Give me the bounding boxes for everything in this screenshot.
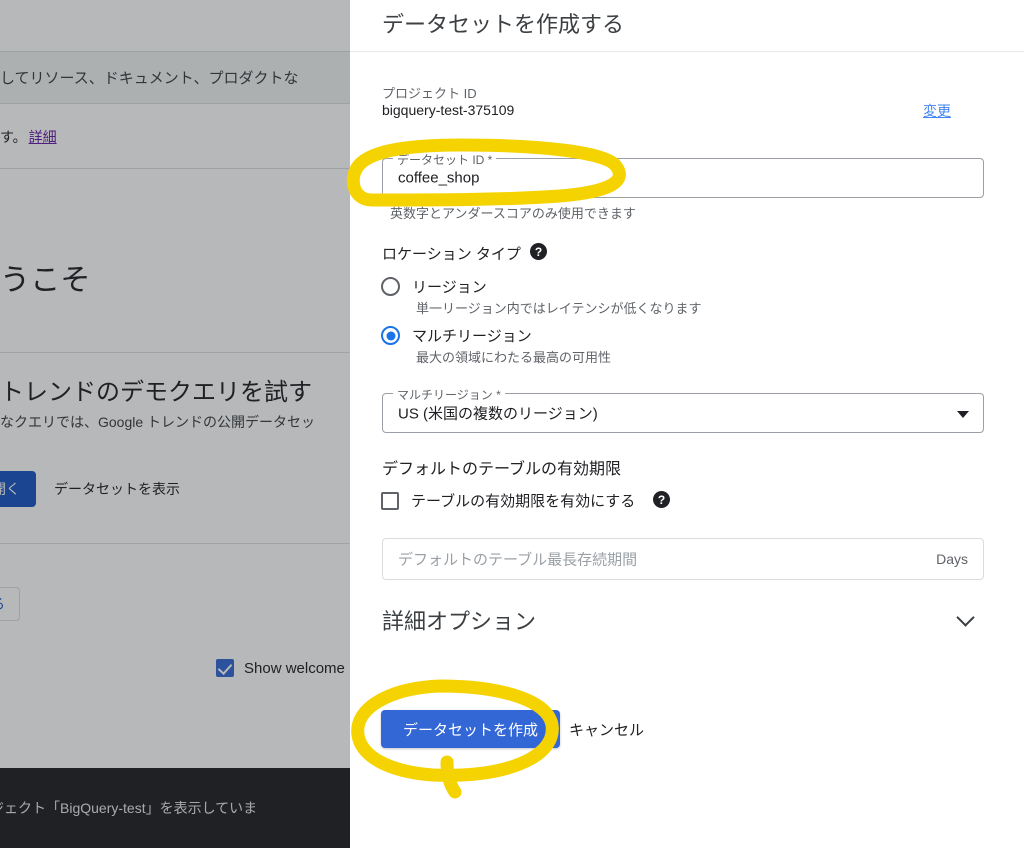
table-expiration-days-suffix: Days [936, 551, 968, 567]
table-expiration-days-placeholder: デフォルトのテーブル最長存続期間 [398, 551, 638, 569]
background-snackbar: ロジェクト「BigQuery-test」を表示していま [0, 768, 350, 848]
create-dataset-dialog: データセットを作成する プロジェクト ID bigquery-test-3751… [350, 0, 1024, 848]
table-expiration-checkbox-row[interactable]: テーブルの有効期限を有効にする [381, 490, 635, 511]
background-demo-subtext: なクエリでは、Google トレンドの公開データセッ [0, 414, 316, 430]
location-type-help-icon[interactable]: ? [530, 243, 547, 260]
dataset-id-value: coffee_shop [398, 169, 480, 187]
background-show-welcome-row[interactable]: Show welcome [216, 659, 345, 677]
multi-region-radio-label: マルチリージョン [412, 328, 532, 345]
radio-option-multi-region[interactable]: マルチリージョン [381, 325, 532, 346]
region-radio-icon[interactable] [381, 277, 400, 296]
show-welcome-checkbox[interactable] [216, 659, 234, 677]
table-expiration-days-field[interactable]: デフォルトのテーブル最長存続期間 Days [382, 538, 984, 580]
table-expiration-checkbox-label: テーブルの有効期限を有効にする [411, 493, 636, 510]
background-action-row: エリを開く データセットを表示 [0, 471, 350, 507]
background-divider-2 [0, 543, 350, 544]
region-radio-label: リージョン [412, 279, 487, 296]
region-radio-description: 単一リージョン内ではレイテンシが低くなります [416, 301, 702, 316]
multi-region-select-legend: マルチリージョン * [393, 386, 505, 403]
cancel-button[interactable]: キャンセル [569, 719, 644, 740]
change-project-link[interactable]: 変更 [923, 101, 951, 121]
multi-region-radio-description: 最大の領域にわたる最高の可用性 [416, 350, 612, 365]
background-snackbar-text: ロジェクト「BigQuery-test」を表示していま [0, 800, 258, 816]
background-notice-banner: す。 詳細 [0, 105, 350, 169]
multi-region-select[interactable]: マルチリージョン * US (米国の複数のリージョン) [382, 386, 984, 433]
background-top-bar [0, 0, 350, 52]
background-welcome-heading: うこそ [0, 264, 91, 297]
dataset-id-hint: 英数字とアンダースコアのみ使用できます [390, 206, 636, 221]
show-welcome-label: Show welcome [244, 659, 345, 677]
dialog-title-divider [350, 51, 1024, 52]
background-view-dataset-button[interactable]: データセットを表示 [54, 479, 180, 499]
location-type-heading: ロケーション タイプ [382, 246, 521, 263]
background-notice-link[interactable]: 詳細 [29, 127, 57, 147]
create-dataset-button[interactable]: データセットを作成 [381, 710, 561, 748]
dataset-id-field[interactable]: データセット ID * coffee_shop [382, 151, 984, 198]
background-notice-text: す。 [0, 128, 27, 145]
project-id-label: プロジェクト ID [382, 86, 477, 101]
multi-region-select-value: US (米国の複数のリージョン) [398, 405, 598, 423]
screen: してリソース、ドキュメント、プロダクトな す。 詳細 うこそ トレンドのデモクエ… [0, 0, 1024, 848]
background-search-bar[interactable]: してリソース、ドキュメント、プロダクトな [0, 52, 350, 104]
radio-option-region[interactable]: リージョン [381, 276, 487, 297]
table-expiration-help-icon[interactable]: ? [653, 491, 670, 508]
background-open-query-button[interactable]: エリを開く [0, 471, 36, 507]
background-search-text: してリソース、ドキュメント、プロダクトな [0, 70, 299, 87]
table-expiration-checkbox[interactable] [381, 491, 399, 510]
background-divider-1 [0, 352, 350, 353]
chevron-down-icon[interactable] [957, 411, 969, 418]
multi-region-radio-icon[interactable] [381, 326, 400, 345]
background-chip-button[interactable]: する [0, 587, 20, 621]
advanced-options-label[interactable]: 詳細オプション [382, 604, 536, 636]
dialog-title: データセットを作成する [382, 12, 625, 37]
table-expiration-heading: デフォルトのテーブルの有効期限 [382, 461, 622, 478]
dataset-id-legend: データセット ID * [393, 151, 497, 168]
background-demo-heading: トレンドのデモクエリを試す [0, 379, 312, 406]
project-id-value: bigquery-test-375109 [382, 102, 515, 118]
advanced-options-chevron-down-icon[interactable] [956, 608, 975, 627]
